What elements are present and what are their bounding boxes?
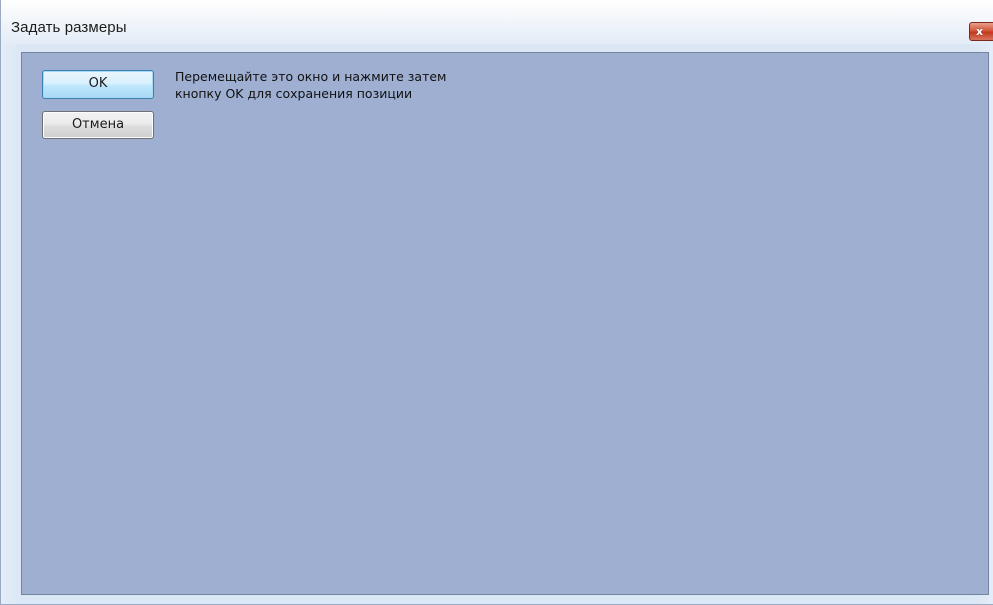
window-title: Задать размеры: [11, 19, 127, 36]
cancel-button[interactable]: Отмена: [42, 111, 154, 139]
close-button[interactable]: x: [969, 22, 993, 41]
ok-button[interactable]: OK: [42, 70, 154, 99]
close-icon: x: [976, 25, 984, 38]
instruction-line-2: кнопку OK для сохранения позиции: [175, 86, 413, 101]
instruction-message: Перемещайте это окно и нажмите затем кно…: [175, 68, 535, 102]
instruction-line-1: Перемещайте это окно и нажмите затем: [175, 69, 447, 84]
set-size-window: Задать размеры x OK Отмена Перемещайте э…: [0, 0, 993, 605]
dialog-client-area: OK Отмена Перемещайте это окно и нажмите…: [21, 52, 989, 595]
title-bar[interactable]: Задать размеры x: [1, 0, 993, 44]
